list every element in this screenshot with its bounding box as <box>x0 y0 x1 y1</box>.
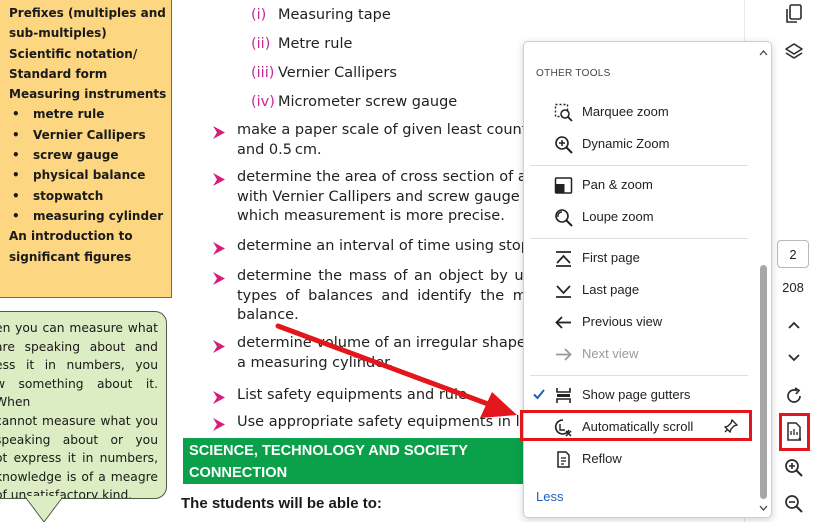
bullet-triangle-icon <box>213 126 225 139</box>
objective-item: determine the mass of an object by using… <box>237 268 525 323</box>
objective-item: determine an interval of time using stop… <box>237 238 525 254</box>
topic-bullet: screw gauge <box>9 145 171 165</box>
zoom-in-icon[interactable] <box>780 454 808 482</box>
topic-bullet: Vernier Callipers <box>9 125 171 145</box>
menu-item-dynamic-zoom[interactable]: Dynamic Zoom <box>524 128 760 160</box>
dynamic-zoom-icon <box>555 136 573 154</box>
topic-line: Standard form <box>9 66 108 81</box>
topic-line: significant figures <box>9 249 132 264</box>
section-banner: SCIENCE, TECHNOLOGY AND SOCIETY CONNECTI… <box>183 438 525 484</box>
quote-line: w something about it. When <box>0 376 158 410</box>
less-link[interactable]: Less <box>536 489 563 504</box>
highlight-box <box>520 410 752 441</box>
bullet-triangle-icon <box>213 340 225 353</box>
page-gutters-icon <box>556 388 571 403</box>
loupe-zoom-icon <box>555 209 573 227</box>
page-total: 208 <box>782 280 804 295</box>
topic-line: An introduction to <box>9 229 133 244</box>
zoom-out-icon[interactable] <box>780 490 808 518</box>
menu-item-reflow[interactable]: Reflow <box>524 443 760 475</box>
menu-scrollbar[interactable] <box>756 45 770 515</box>
objective-item: make a paper scale of given least count … <box>237 122 525 158</box>
scroll-up-arrow-icon[interactable] <box>759 50 768 56</box>
menu-scroll-thumb[interactable] <box>760 265 767 499</box>
quote-line: ot express it in numbers, <box>0 451 158 466</box>
bullet-triangle-icon <box>213 242 225 255</box>
topic-bullet: physical balance <box>9 165 171 185</box>
next-view-icon <box>556 348 572 361</box>
menu-title: OTHER TOOLS <box>536 68 611 79</box>
quote-line: cannot measure what you <box>0 413 158 428</box>
quote-line: of unsatisfactory kind. <box>0 488 133 499</box>
menu-item-first-page[interactable]: First page <box>524 242 760 274</box>
pan-zoom-icon <box>554 177 573 194</box>
bullet-triangle-icon <box>213 173 225 186</box>
quote-line: knowledge is of a meagre <box>0 469 158 484</box>
topics-box: Prefixes (multiples and sub-multiples) S… <box>0 0 172 298</box>
quote-bubble: en you can measure what are speaking abo… <box>0 311 167 499</box>
menu-item-loupe-zoom[interactable]: Loupe zoom <box>524 201 760 233</box>
checkmark-icon <box>533 389 545 400</box>
other-tools-menu: OTHER TOOLS Marquee zoom Dynamic Zoom Pa… <box>523 41 772 518</box>
bullet-triangle-icon <box>213 418 225 431</box>
topic-bullet: measuring cylinder <box>9 206 171 226</box>
document-page: (i) Measuring tape (ii) Metre rule (iii) Ve… <box>180 0 525 522</box>
menu-item-last-page[interactable]: Last page <box>524 274 760 306</box>
objective-item: Use appropriate safety equipments in lab… <box>237 414 525 430</box>
scroll-down-arrow-icon[interactable] <box>759 505 768 511</box>
menu-separator <box>530 238 748 239</box>
banner-line: SCIENCE, TECHNOLOGY AND SOCIETY <box>189 443 468 459</box>
copy-pages-icon[interactable] <box>780 0 808 28</box>
quote-line: en you can measure what <box>0 321 158 335</box>
last-page-icon <box>556 285 571 298</box>
bullet-triangle-icon <box>213 272 225 285</box>
bullet-triangle-icon <box>213 391 225 404</box>
banner-line: CONNECTION <box>189 465 288 481</box>
menu-item-previous-view[interactable]: Previous view <box>524 306 760 338</box>
layers-icon[interactable] <box>780 38 808 66</box>
sub-item: (iii) Vernier Callipers <box>251 65 397 81</box>
menu-separator <box>530 165 748 166</box>
first-page-icon <box>556 251 571 267</box>
topic-line: sub-multiples) <box>9 26 107 41</box>
sub-item: (iv) Micrometer screw gauge <box>251 94 458 110</box>
students-heading: The students will be able to: <box>181 495 382 512</box>
previous-view-icon <box>555 316 571 329</box>
objective-item: determine the area of cross section of a… <box>237 169 525 224</box>
quote-line: are speaking about and <box>0 339 158 354</box>
page-number-input[interactable]: 2 <box>777 240 809 268</box>
quote-line: ess it in numbers, you <box>0 358 158 373</box>
rotate-icon[interactable] <box>780 382 808 410</box>
topic-line: Prefixes (multiples and <box>9 6 166 20</box>
menu-item-pan-zoom[interactable]: Pan & zoom <box>524 169 760 201</box>
topic-bullet: stopwatch <box>9 186 171 206</box>
quote-line: speaking about or you <box>0 432 158 447</box>
sub-item: (i) Measuring tape <box>251 7 391 23</box>
menu-separator <box>530 375 748 376</box>
chevron-up-icon[interactable] <box>780 311 808 339</box>
reflow-icon <box>557 451 570 468</box>
topic-bullet: metre rule <box>9 104 171 124</box>
menu-item-next-view[interactable]: Next view <box>524 338 760 370</box>
objective-item: determine volume of an irregular shaped … <box>237 335 525 371</box>
menu-item-show-page-gutters[interactable]: Show page gutters <box>524 379 760 411</box>
chevron-down-icon[interactable] <box>780 344 808 372</box>
marquee-zoom-icon <box>554 103 573 122</box>
objective-item: List safety equipments and rule <box>237 387 467 403</box>
menu-item-marquee-zoom[interactable]: Marquee zoom <box>524 96 760 128</box>
topic-line: Scientific notation/ <box>9 46 138 61</box>
highlight-box <box>779 413 810 451</box>
topic-line: Measuring instruments <box>9 87 167 102</box>
sub-item: (ii) Metre rule <box>251 36 353 52</box>
